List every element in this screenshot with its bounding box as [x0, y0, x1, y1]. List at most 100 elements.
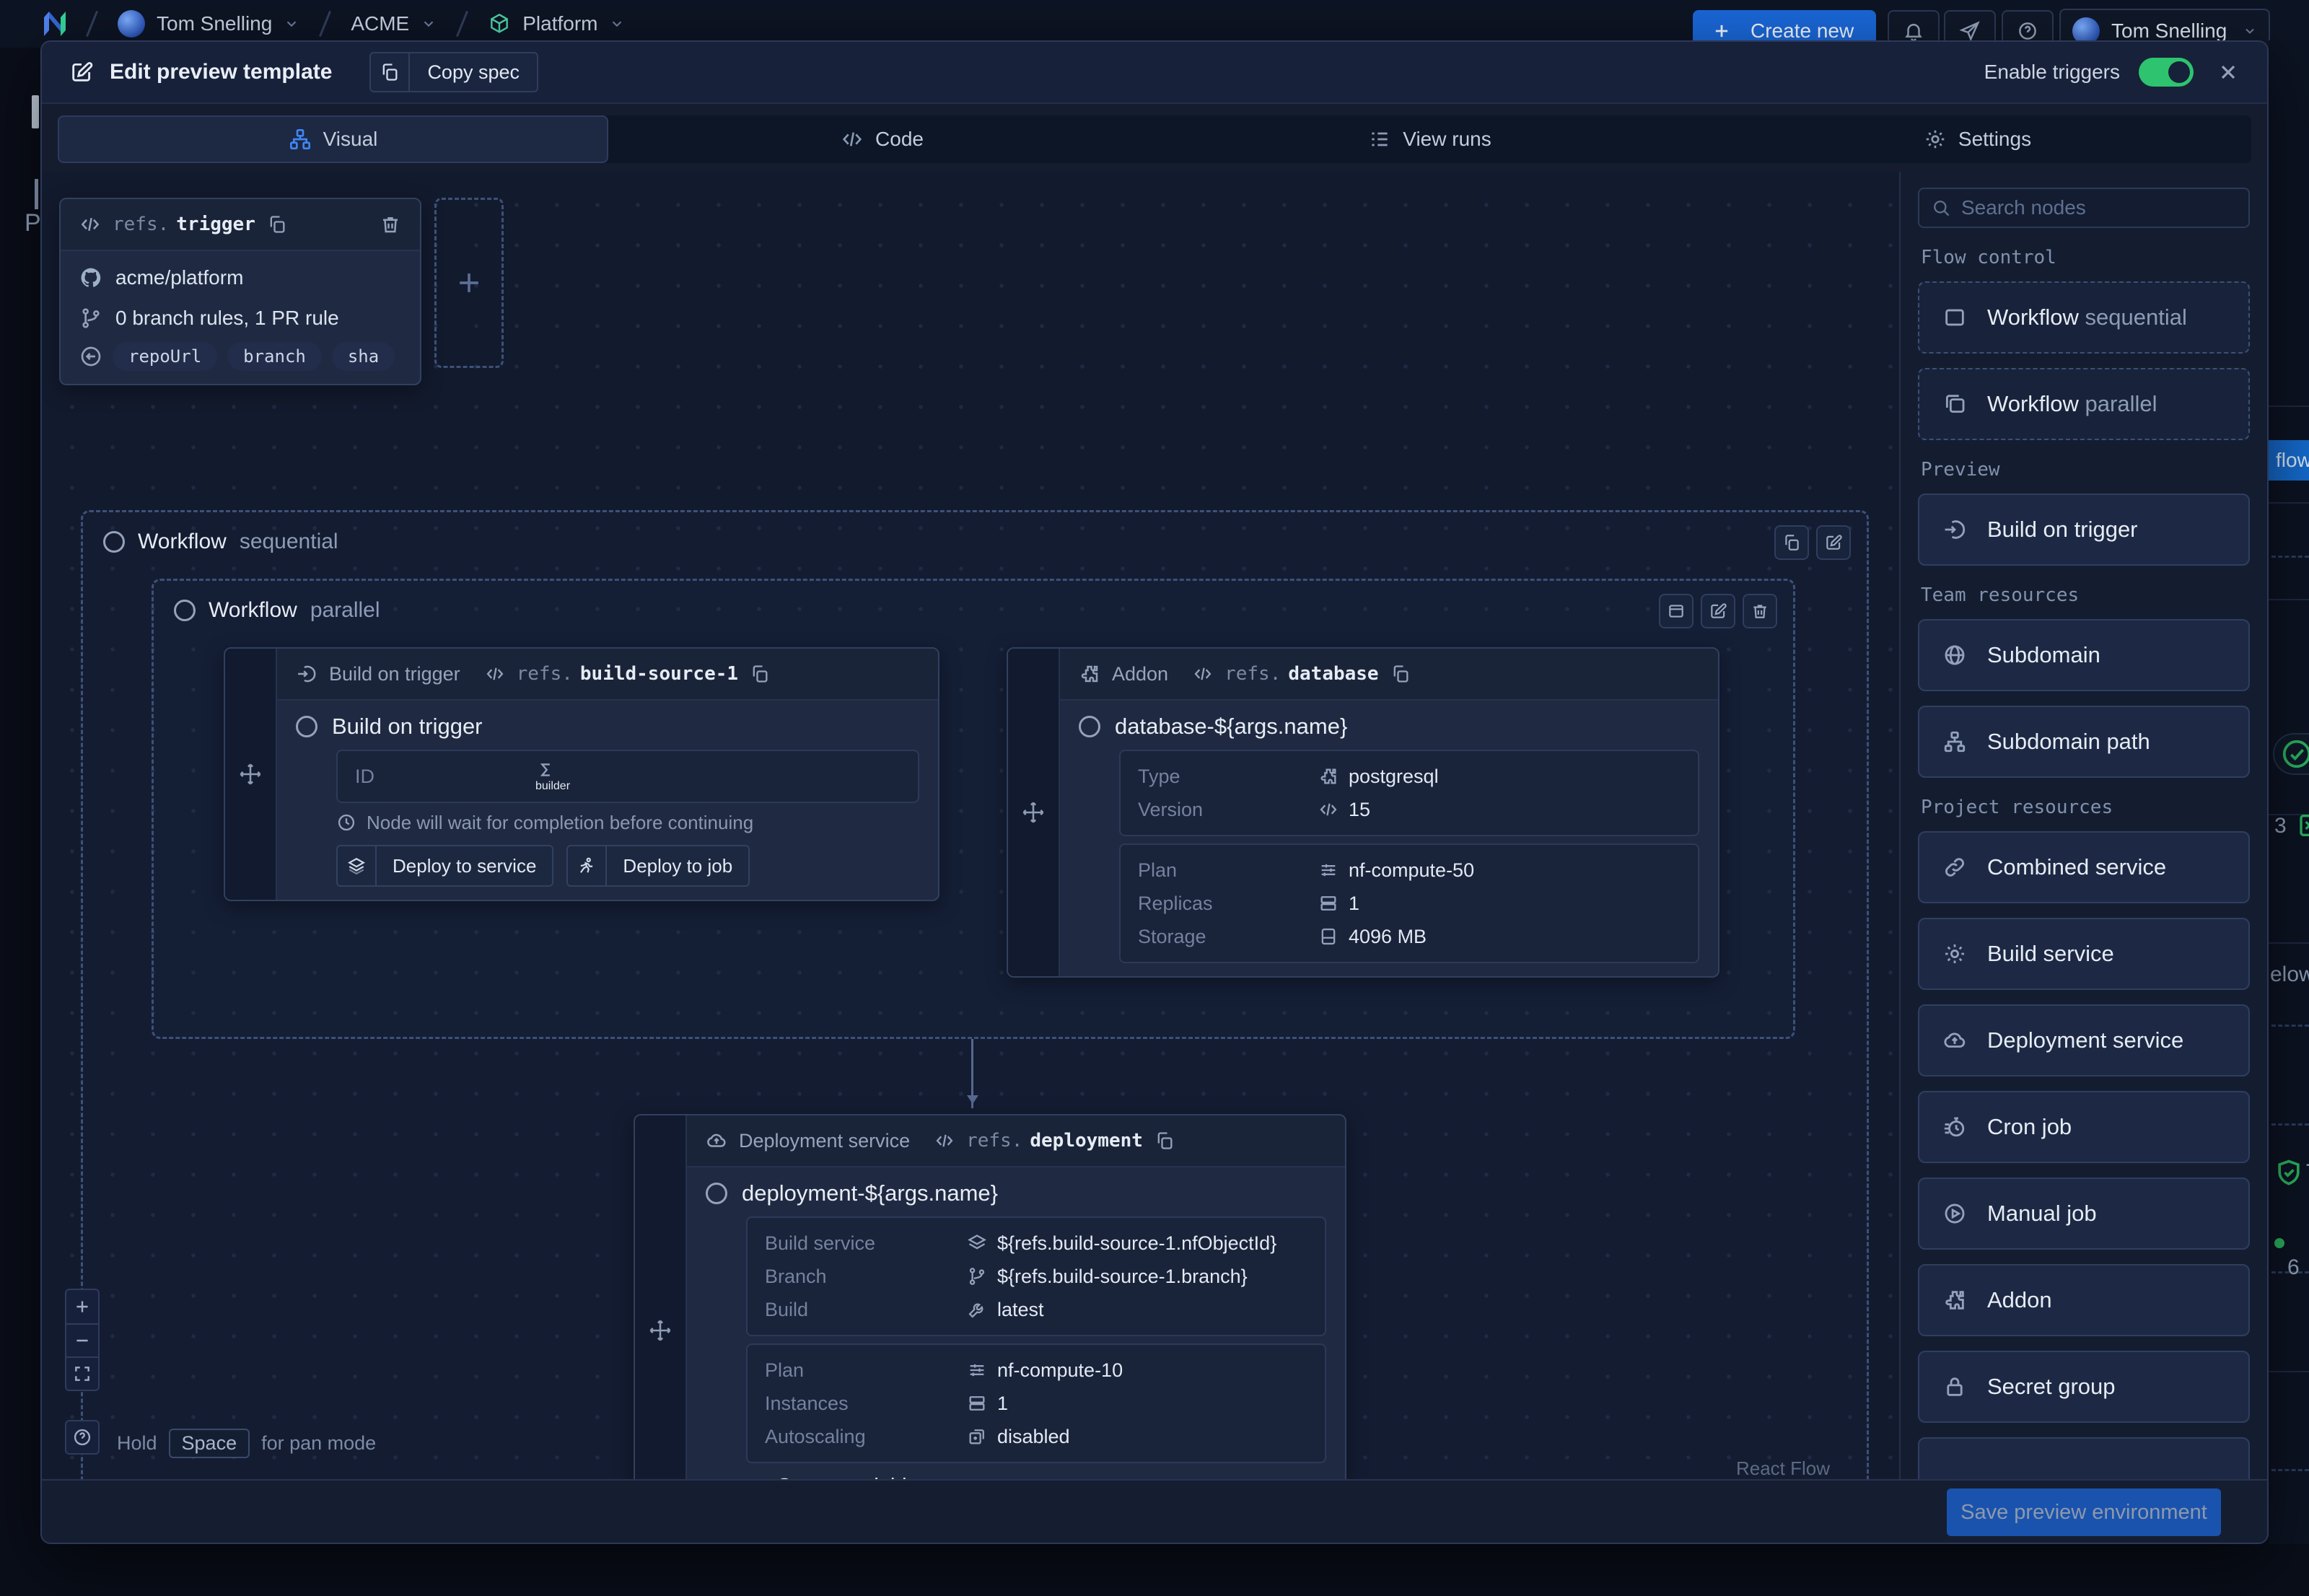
arrow-in-icon — [1942, 517, 1967, 542]
tab-label: Code — [875, 128, 924, 151]
palette-item-deployment-service[interactable]: Deployment service — [1918, 1004, 2250, 1077]
repo-label: acme/platform — [115, 266, 243, 289]
move-icon — [1021, 800, 1046, 825]
trigger-repo-row: acme/platform — [79, 261, 401, 294]
deploy-to-job-button[interactable]: Deploy to job — [566, 845, 750, 887]
save-label: Save preview environment — [1960, 1501, 2207, 1525]
trigger-outputs-row: repoUrl branch sha — [79, 342, 401, 371]
arrow-in-icon — [296, 663, 317, 685]
move-icon — [238, 762, 263, 786]
link-icon — [1942, 855, 1967, 880]
minus-icon — [73, 1331, 92, 1350]
section-label-flow-control: Flow control — [1921, 247, 2250, 268]
close-button[interactable] — [2217, 61, 2240, 84]
output-chip[interactable]: repoUrl — [113, 342, 217, 371]
workflow-canvas[interactable]: refs.trigger acme/platform — [42, 172, 1899, 1479]
zoom-in-button[interactable] — [66, 1290, 98, 1323]
output-chip[interactable]: branch — [227, 342, 322, 371]
copy-icon — [1782, 533, 1801, 552]
ref-prefix: refs. — [1224, 663, 1281, 685]
plus-icon — [73, 1297, 92, 1316]
enable-triggers-toggle[interactable] — [2139, 58, 2194, 87]
announcement-icon — [1959, 20, 1981, 42]
zoom-out-button[interactable] — [66, 1323, 98, 1356]
node-title: Build on trigger — [296, 711, 919, 742]
background-right-fragment: flow 3 elow T 6 — [2269, 40, 2309, 1544]
react-flow-attribution[interactable]: React Flow — [1736, 1457, 1830, 1479]
collapse-button[interactable] — [1659, 594, 1694, 628]
palette-item-workflow-parallel[interactable]: Workflow parallel — [1918, 368, 2250, 440]
palette-item-addon[interactable]: Addon — [1918, 1264, 2250, 1336]
node-type-label: Addon — [1112, 663, 1168, 685]
check-circle-icon — [2280, 737, 2309, 771]
background-count: 6 — [2287, 1255, 2300, 1280]
github-icon — [79, 266, 102, 289]
search-icon — [1931, 198, 1951, 218]
search-input[interactable] — [1961, 196, 2237, 219]
tab-code[interactable]: Code — [608, 115, 1156, 163]
drag-handle[interactable] — [635, 1115, 687, 1479]
copy-icon[interactable] — [1154, 1131, 1175, 1151]
edit-button[interactable] — [1701, 594, 1735, 628]
canvas-help-button[interactable] — [65, 1420, 100, 1455]
section-label-project-resources: Project resources — [1921, 797, 2250, 818]
delete-button[interactable] — [1743, 594, 1777, 628]
sliders-icon — [1318, 860, 1338, 880]
save-preview-environment-button[interactable]: Save preview environment — [1947, 1488, 2221, 1536]
duplicate-button[interactable] — [1774, 525, 1809, 560]
gear-icon — [1942, 942, 1967, 966]
enable-triggers-label: Enable triggers — [1984, 61, 2120, 84]
deployment-service-node[interactable]: Deployment service refs.deployment deplo… — [634, 1114, 1346, 1479]
background-left-fragment: P — [0, 48, 40, 1544]
output-chip[interactable]: sha — [332, 342, 395, 371]
add-node-placeholder[interactable] — [434, 198, 504, 368]
drag-handle[interactable] — [225, 649, 277, 900]
sigma-icon — [535, 760, 556, 780]
search-box[interactable] — [1918, 188, 2250, 228]
node-palette-sidebar: Flow control Workflow sequential Workflo… — [1899, 172, 2267, 1479]
addon-node[interactable]: Addon refs.database database-${args.name… — [1007, 647, 1719, 978]
copy-icon[interactable] — [750, 664, 770, 684]
palette-item-build-on-trigger[interactable]: Build on trigger — [1918, 494, 2250, 566]
ref-prefix: refs. — [966, 1130, 1022, 1152]
rects-icon — [1942, 392, 1967, 416]
drag-handle[interactable] — [1008, 649, 1060, 976]
palette-item-manual-job[interactable]: Manual job — [1918, 1178, 2250, 1250]
timer-icon — [1942, 1115, 1967, 1139]
delete-node-button[interactable] — [380, 214, 401, 235]
modal-footer: Save preview environment — [42, 1479, 2267, 1543]
output-arrow-icon — [79, 345, 102, 368]
section-label-team-resources: Team resources — [1921, 584, 2250, 606]
workflow-variant: sequential — [240, 530, 338, 554]
screen: Tom Snelling ACME Platform Create new — [0, 0, 2309, 1596]
puzzle-icon — [1079, 663, 1100, 685]
copy-spec-button[interactable]: Copy spec — [369, 52, 538, 92]
edit-button[interactable] — [1816, 525, 1851, 560]
deploy-to-service-button[interactable]: Deploy to service — [336, 845, 553, 887]
fit-view-icon — [73, 1364, 92, 1383]
palette-item-combined-service[interactable]: Combined service — [1918, 831, 2250, 903]
build-on-trigger-node[interactable]: Build on trigger refs.build-source-1 Bui… — [224, 647, 939, 901]
tab-settings[interactable]: Settings — [1704, 115, 2251, 163]
addon-plan-box: Plan nf-compute-50 Replicas 1 — [1119, 843, 1699, 963]
palette-item-workflow-sequential[interactable]: Workflow sequential — [1918, 281, 2250, 354]
palette-item-subdomain-path[interactable]: Subdomain path — [1918, 706, 2250, 778]
copy-icon[interactable] — [267, 214, 287, 234]
deploy-source-box: Build service ${refs.build-source-1.nfOb… — [746, 1216, 1326, 1336]
node-handle-icon — [1079, 716, 1100, 737]
copy-icon[interactable] — [1390, 664, 1411, 684]
trigger-node[interactable]: refs.trigger acme/platform — [59, 198, 421, 385]
palette-item-cron-job[interactable]: Cron job — [1918, 1091, 2250, 1163]
palette-item-build-service[interactable]: Build service — [1918, 918, 2250, 990]
edit-icon — [69, 60, 94, 84]
palette-item-partial[interactable] — [1918, 1437, 2250, 1479]
fit-view-button[interactable] — [66, 1356, 98, 1390]
help-icon — [72, 1427, 92, 1447]
palette-item-subdomain[interactable]: Subdomain — [1918, 619, 2250, 691]
modal-tabs: Visual Code View runs Settings — [58, 115, 2251, 163]
palette-item-secret-group[interactable]: Secret group — [1918, 1351, 2250, 1423]
tab-visual[interactable]: Visual — [58, 115, 608, 163]
tab-label: View runs — [1403, 128, 1491, 151]
tab-view-runs[interactable]: View runs — [1156, 115, 1704, 163]
node-type-header: Deployment service refs.deployment — [687, 1115, 1345, 1167]
